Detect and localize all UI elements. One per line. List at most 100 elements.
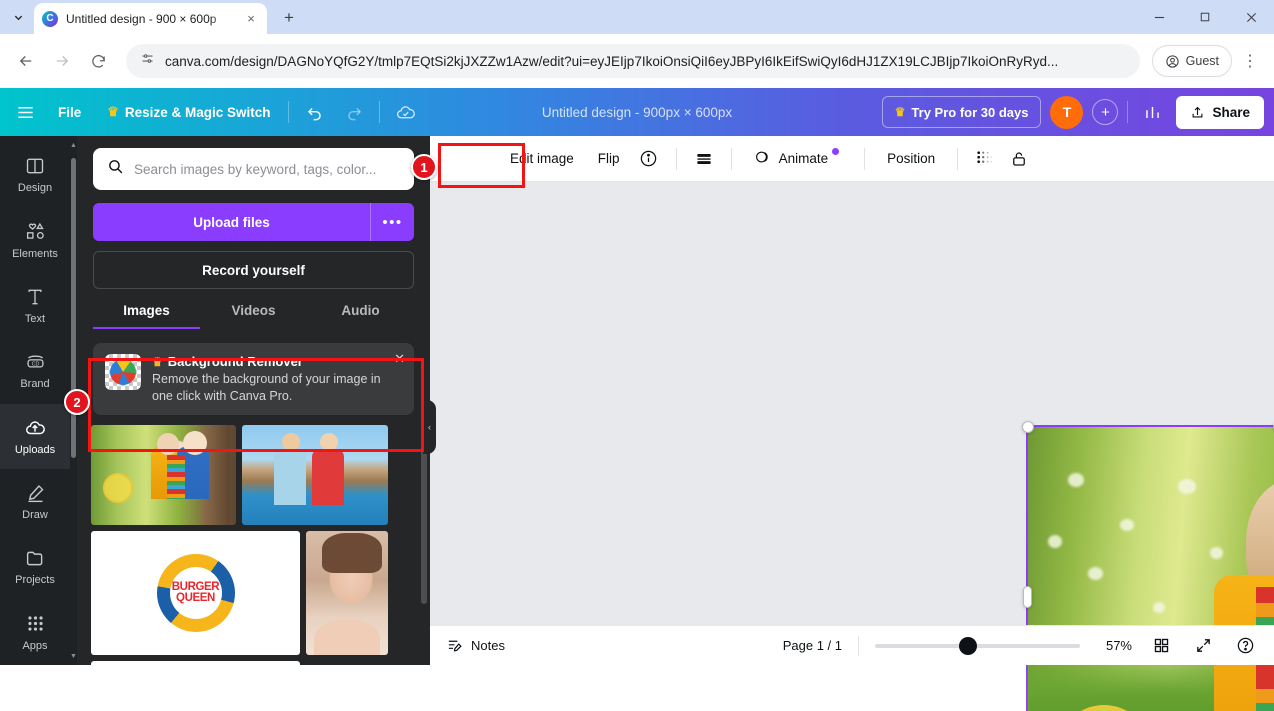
grid-view-icon[interactable] — [1148, 633, 1174, 659]
sidebar-item-design[interactable]: Design — [0, 142, 70, 207]
upload-thumbnail-burger-queen-logo[interactable]: BURGER QUEEN — [91, 531, 300, 656]
search-box[interactable] — [93, 148, 414, 190]
close-icon[interactable]: ✕ — [394, 351, 405, 367]
apps-icon — [26, 613, 45, 635]
edit-image-button[interactable]: Edit image — [500, 144, 584, 173]
panel-scrollbar[interactable] — [421, 436, 427, 604]
record-yourself-button[interactable]: Record yourself — [93, 251, 414, 289]
opacity-icon[interactable] — [970, 144, 1000, 174]
sidebar-item-elements[interactable]: Elements — [0, 207, 70, 272]
tab-images[interactable]: Images — [93, 303, 200, 329]
close-icon[interactable]: × — [243, 11, 259, 27]
crown-icon: ♛ — [894, 105, 906, 119]
resize-label: Resize & Magic Switch — [124, 104, 271, 120]
logo-line-2: QUEEN — [176, 592, 215, 605]
upload-files-button[interactable]: Upload files — [93, 203, 370, 241]
panel-collapse-handle[interactable]: ‹ — [423, 400, 436, 454]
avatar[interactable]: T — [1050, 95, 1084, 129]
background-remover-promo[interactable]: ♛ Background Remover Remove the backgrou… — [93, 343, 414, 416]
tab-videos[interactable]: Videos — [200, 303, 307, 329]
flip-button[interactable]: Flip — [588, 144, 630, 173]
upload-thumbnail-beach[interactable] — [242, 425, 388, 526]
sidebar-item-uploads[interactable]: Uploads — [0, 403, 70, 469]
address-bar[interactable]: canva.com/design/DAGNoYQfG2Y/tmlp7EQtSi2… — [126, 44, 1140, 78]
zoom-slider-knob[interactable] — [959, 636, 977, 655]
file-menu-button[interactable]: File — [50, 100, 89, 125]
text-icon — [25, 286, 45, 308]
upload-more-button[interactable]: ••• — [370, 203, 414, 241]
divider — [858, 635, 859, 656]
fullscreen-icon[interactable] — [1190, 633, 1216, 659]
canvas-image[interactable] — [1026, 425, 1274, 711]
promo-description: Remove the background of your image in o… — [152, 372, 381, 403]
info-icon[interactable] — [634, 144, 664, 174]
lock-icon[interactable] — [1004, 144, 1034, 174]
forward-icon[interactable] — [46, 45, 78, 77]
try-pro-button[interactable]: ♛ Try Pro for 30 days — [881, 96, 1042, 128]
reload-icon[interactable] — [82, 45, 114, 77]
browser-tab-strip: C Untitled design - 900 × 600p × + — [0, 0, 1274, 34]
browser-tab[interactable]: C Untitled design - 900 × 600p × — [34, 3, 267, 34]
animate-icon — [754, 148, 772, 169]
profile-label: Guest — [1185, 54, 1219, 68]
transparency-icon[interactable] — [689, 144, 719, 174]
close-window-icon[interactable] — [1228, 0, 1274, 34]
design-icon — [25, 155, 45, 177]
rail-scrollbar[interactable]: ▲ ▼ — [70, 136, 77, 665]
cloud-saved-icon[interactable] — [390, 97, 420, 127]
tab-audio[interactable]: Audio — [307, 303, 414, 329]
new-tab-button[interactable]: + — [275, 4, 303, 32]
profile-chip[interactable]: Guest — [1151, 45, 1232, 77]
sidebar-item-draw[interactable]: Draw — [0, 469, 70, 534]
browser-menu-icon[interactable]: ⋮ — [1236, 45, 1264, 77]
divider — [675, 147, 677, 170]
zoom-slider[interactable] — [875, 636, 1080, 655]
sidebar-item-text[interactable]: Text — [0, 273, 70, 338]
crown-icon: ♛ — [152, 354, 163, 369]
minimize-icon[interactable] — [1136, 0, 1182, 34]
site-settings-icon[interactable] — [140, 51, 155, 71]
uploads-panel: Upload files ••• Record yourself Images … — [77, 136, 430, 665]
upload-thumbnail-portrait[interactable] — [306, 531, 388, 656]
animate-button[interactable]: Animate — [744, 141, 853, 176]
canva-header: File ♛ Resize & Magic Switch Untitled de… — [0, 88, 1274, 136]
sidebar-label: Projects — [15, 574, 55, 587]
window-controls — [1136, 0, 1274, 34]
add-collaborator-icon[interactable]: + — [1092, 99, 1119, 125]
notes-button[interactable]: Notes — [446, 637, 505, 654]
selected-image-frame[interactable] — [1022, 421, 1274, 711]
maximize-icon[interactable] — [1182, 0, 1228, 34]
scroll-down-arrow-icon[interactable]: ▼ — [70, 649, 77, 663]
resize-handle-top-left[interactable] — [1022, 421, 1034, 433]
help-icon[interactable] — [1232, 633, 1258, 659]
tab-search-chevron-icon[interactable] — [4, 3, 32, 31]
position-button[interactable]: Position — [877, 144, 945, 173]
scroll-up-arrow-icon[interactable]: ▲ — [70, 138, 77, 152]
canvas-area[interactable]: ••• ⌃ — [430, 182, 1274, 711]
sidebar-label: Design — [17, 182, 53, 195]
back-icon[interactable] — [10, 45, 42, 77]
resize-handle-left[interactable] — [1023, 586, 1032, 608]
undo-icon[interactable] — [299, 97, 329, 127]
share-button[interactable]: Share — [1176, 95, 1264, 129]
sidebar-item-projects[interactable]: Projects — [0, 534, 70, 599]
upload-thumbnail-kids[interactable] — [91, 425, 236, 526]
divider — [1127, 101, 1129, 123]
hamburger-menu-icon[interactable] — [10, 97, 40, 127]
insights-icon[interactable] — [1137, 97, 1167, 127]
url-text: canva.com/design/DAGNoYQfG2Y/tmlp7EQtSi2… — [165, 53, 1059, 69]
crown-icon: ♛ — [107, 104, 119, 119]
sidebar-item-apps[interactable]: Apps — [0, 600, 70, 665]
sidebar-label: Text — [24, 312, 46, 325]
notes-label: Notes — [471, 638, 505, 653]
rail-scroll-thumb[interactable] — [71, 158, 76, 458]
projects-icon — [25, 547, 46, 569]
promo-title: Background Remover — [167, 354, 303, 369]
upload-thumbnail-blank[interactable] — [91, 661, 300, 665]
search-input[interactable] — [134, 161, 400, 177]
redo-icon[interactable] — [339, 97, 369, 127]
resize-magic-switch-button[interactable]: ♛ Resize & Magic Switch — [99, 99, 278, 125]
editor-area: Edit image Flip Animate Position Notes P… — [430, 136, 1274, 711]
sidebar-item-brand[interactable]: CD Brand — [0, 338, 70, 403]
browser-toolbar: canva.com/design/DAGNoYQfG2Y/tmlp7EQtSi2… — [0, 34, 1274, 88]
